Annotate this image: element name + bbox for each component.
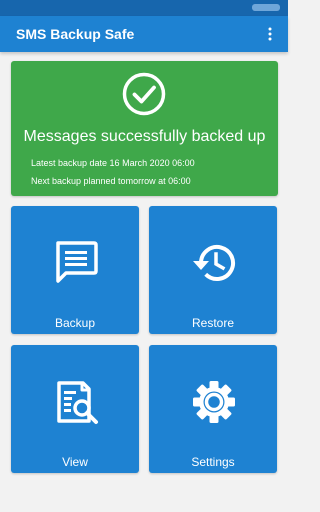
status-indicator — [252, 4, 280, 11]
settings-label: Settings — [191, 455, 235, 469]
settings-button[interactable]: Settings — [149, 345, 277, 473]
restore-button[interactable]: Restore — [149, 206, 277, 334]
status-bar — [0, 0, 288, 16]
history-icon — [193, 245, 235, 281]
more-vert-icon — [268, 27, 272, 41]
app-title: SMS Backup Safe — [16, 26, 135, 42]
backup-label: Backup — [54, 316, 96, 330]
latest-backup-text: Latest backup date 16 March 2020 06:00 — [31, 158, 195, 168]
message-icon — [56, 241, 98, 283]
restore-label: Restore — [191, 316, 235, 330]
overflow-menu-button[interactable] — [258, 22, 282, 46]
backup-button[interactable]: Backup — [11, 206, 139, 334]
app-bar: SMS Backup Safe — [0, 16, 288, 52]
find-in-page-icon — [57, 381, 98, 424]
view-label: View — [62, 455, 88, 469]
status-title: Messages successfully backed up — [23, 128, 266, 145]
view-button[interactable]: View — [11, 345, 139, 473]
next-backup-text: Next backup planned tomorrow at 06:00 — [31, 176, 191, 186]
gear-icon — [193, 381, 235, 423]
check-circle-icon — [122, 72, 166, 116]
backup-status-card: Messages successfully backed up Latest b… — [11, 61, 278, 196]
